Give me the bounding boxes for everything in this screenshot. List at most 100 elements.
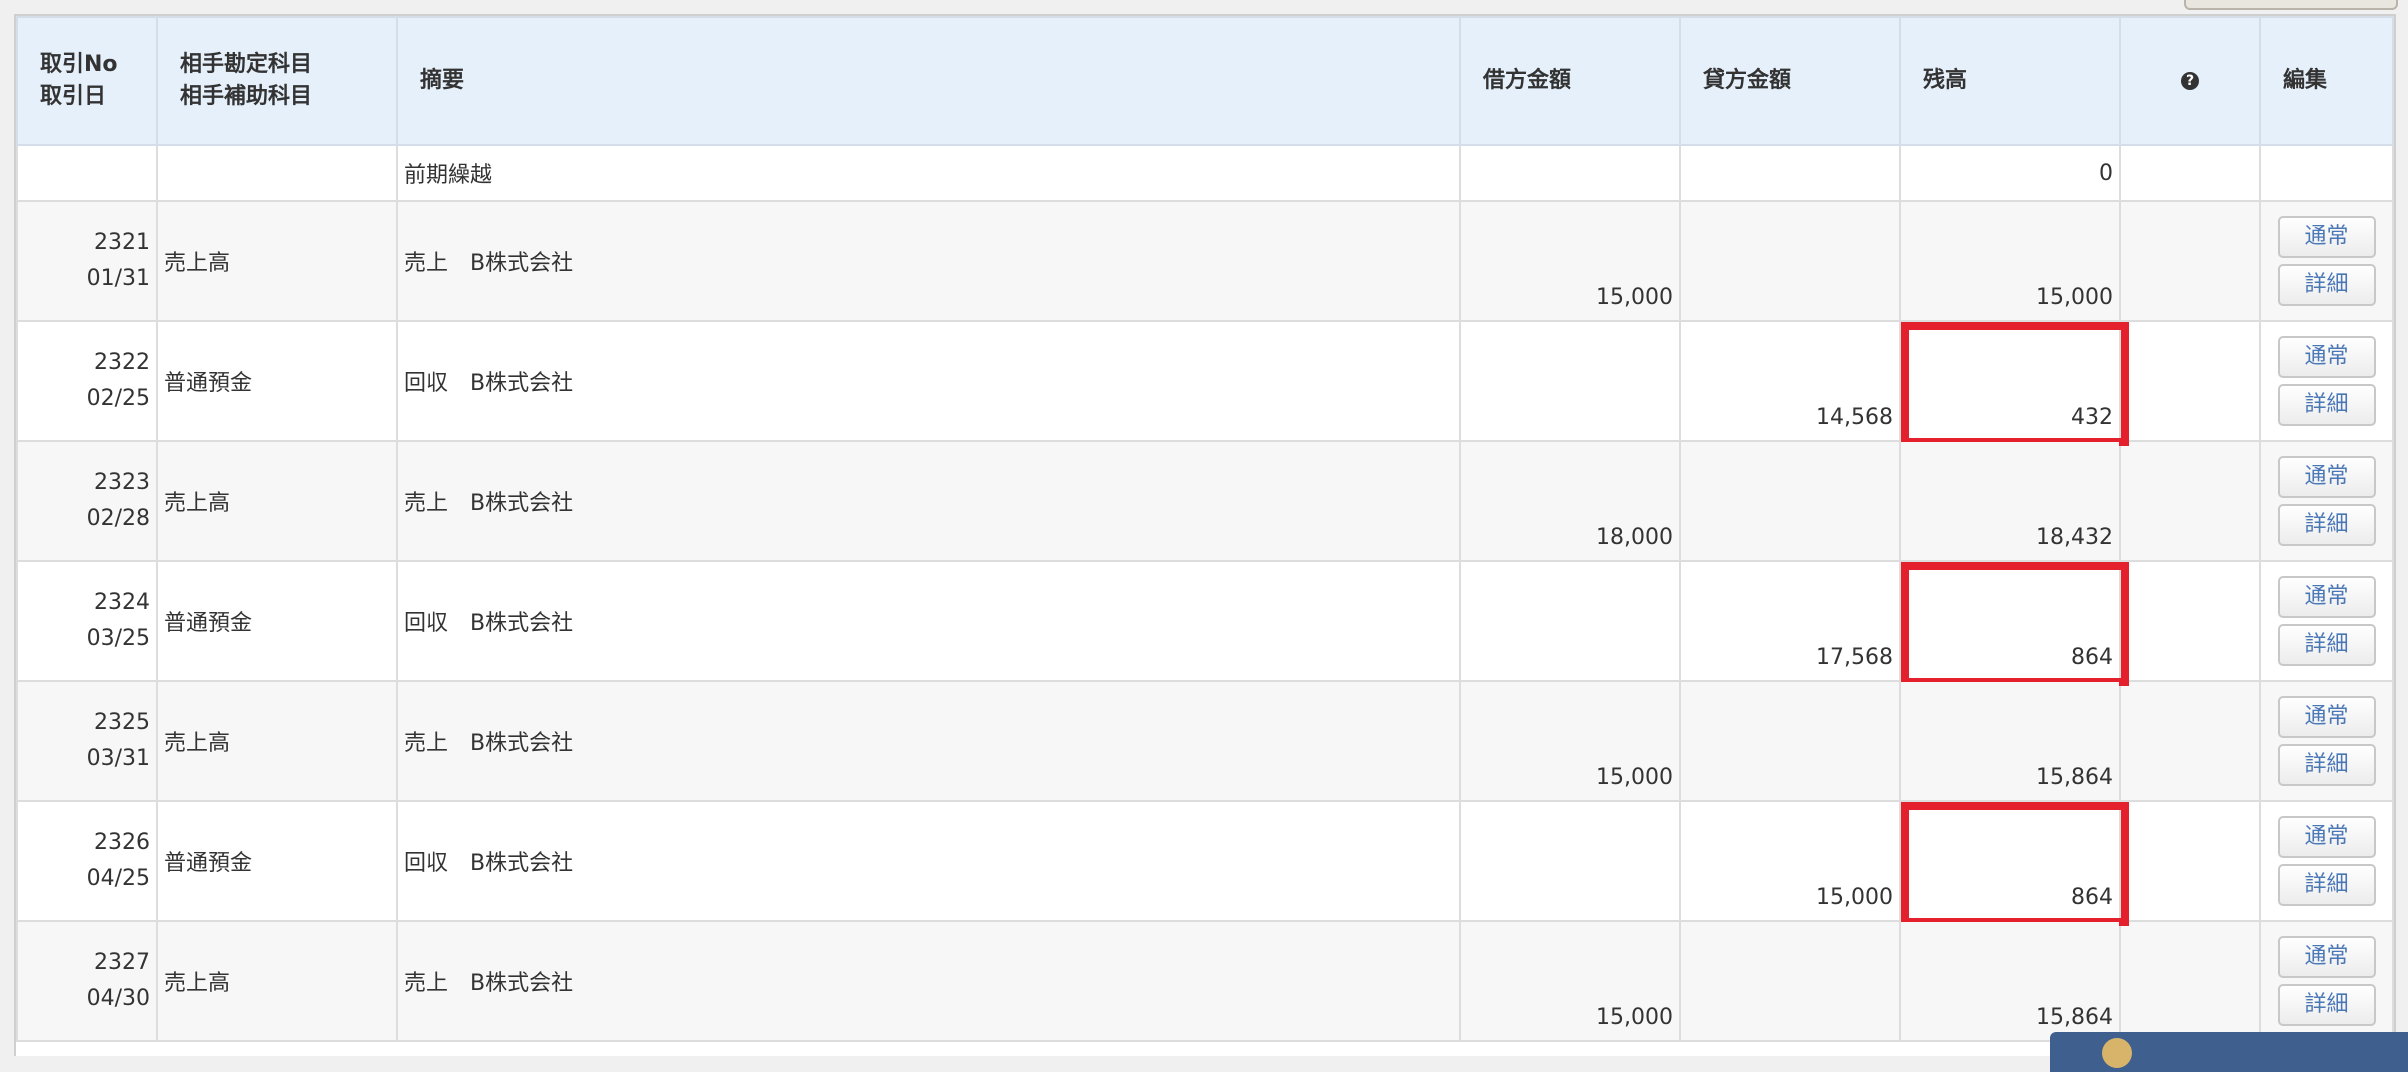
- header-debit: 借方金額: [1459, 16, 1681, 146]
- cell-description: 売上 B株式会社: [396, 200, 1461, 322]
- cell-no-date: 2322 02/25: [16, 320, 158, 442]
- cell-balance: 15,864: [1899, 920, 2121, 1042]
- cell-credit: 15,000: [1679, 800, 1901, 922]
- cell-edit: [2259, 144, 2394, 202]
- cell-help: [2119, 440, 2261, 562]
- cell-description: 前期繰越: [396, 144, 1461, 202]
- cell-account: 売上高: [156, 920, 398, 1042]
- cell-edit: 通常 詳細: [2259, 680, 2394, 802]
- cell-description: 売上 B株式会社: [396, 920, 1461, 1042]
- normal-edit-button[interactable]: 通常: [2277, 336, 2376, 378]
- transaction-date: 03/31: [86, 746, 150, 771]
- table-row: 2322 02/25 普通預金 回収 B株式会社 14,568 432 通常詳細: [16, 320, 2394, 446]
- cell-help: [2119, 920, 2261, 1042]
- cell-edit: 通常 詳細: [2259, 800, 2394, 922]
- balance-value: 15,000: [2036, 285, 2113, 310]
- cell-edit: 通常 詳細: [2259, 200, 2394, 322]
- header-credit: 貸方金額: [1679, 16, 1901, 146]
- balance-value: 432: [2071, 405, 2113, 430]
- table-row: 2321 01/31 売上高 売上 B株式会社 15,000 15,000 通常 詳細: [16, 200, 2394, 322]
- header-help: ?: [2119, 16, 2261, 146]
- transaction-no: 2324: [94, 590, 150, 615]
- cell-no-date: 2325 03/31: [16, 680, 158, 802]
- header-account-main: 相手勘定科目: [180, 52, 313, 77]
- transaction-date: 01/31: [86, 266, 150, 291]
- table-row: 2327 04/30 売上高 売上 B株式会社 15,000 15,864 通常詳細: [16, 920, 2394, 1042]
- cell-balance: 864: [1899, 800, 2129, 926]
- header-no-date: 取引No 取引日: [16, 16, 158, 146]
- cell-edit: 通常 詳細: [2259, 320, 2394, 442]
- cell-no-date: 2324 03/25: [16, 560, 158, 682]
- normal-edit-button[interactable]: 通常: [2277, 456, 2376, 498]
- cell-credit: [1679, 440, 1901, 562]
- header-balance: 残高: [1899, 16, 2121, 146]
- transaction-date: 02/25: [86, 386, 150, 411]
- carry-forward-row: 前期繰越 0: [16, 144, 2394, 202]
- cell-account: 売上高: [156, 680, 398, 802]
- balance-value: 864: [2071, 645, 2113, 670]
- cell-no-date: 2323 02/28: [16, 440, 158, 562]
- cell-account: 普通預金: [156, 320, 398, 442]
- transaction-no: 2322: [94, 350, 150, 375]
- cell-balance: 15,864: [1899, 680, 2121, 802]
- cell-debit: [1459, 560, 1681, 682]
- normal-edit-button[interactable]: 通常: [2277, 816, 2376, 858]
- transaction-no: 2327: [94, 950, 150, 975]
- normal-edit-button[interactable]: 通常: [2277, 216, 2376, 258]
- cell-debit: 18,000: [1459, 440, 1681, 562]
- normal-edit-button[interactable]: 通常: [2277, 696, 2376, 738]
- normal-edit-button[interactable]: 通常: [2277, 936, 2376, 978]
- header-description: 摘要: [396, 16, 1461, 146]
- detail-edit-button[interactable]: 詳細: [2277, 624, 2376, 666]
- cell-credit: 17,568: [1679, 560, 1901, 682]
- transaction-no: 2325: [94, 710, 150, 735]
- cell-no-date: 2326 04/25: [16, 800, 158, 922]
- detail-edit-button[interactable]: 詳細: [2277, 384, 2376, 426]
- header-no: 取引No: [40, 52, 118, 77]
- cell-description: 回収 B株式会社: [396, 320, 1461, 442]
- header-account-sub: 相手補助科目: [180, 84, 313, 109]
- cell-description: 回収 B株式会社: [396, 560, 1461, 682]
- transaction-no: 2326: [94, 830, 150, 855]
- cell-description: 回収 B株式会社: [396, 800, 1461, 922]
- detail-edit-button[interactable]: 詳細: [2277, 264, 2376, 306]
- detail-edit-button[interactable]: 詳細: [2277, 864, 2376, 906]
- transaction-date: 03/25: [86, 626, 150, 651]
- chat-widget-bar[interactable]: [2050, 1032, 2408, 1072]
- transaction-date: 02/28: [86, 506, 150, 531]
- header-account: 相手勘定科目 相手補助科目: [156, 16, 398, 146]
- cell-credit: [1679, 144, 1901, 202]
- cell-balance: 432: [1899, 320, 2129, 446]
- cell-balance: 15,000: [1899, 200, 2121, 322]
- detail-edit-button[interactable]: 詳細: [2277, 744, 2376, 786]
- cell-balance: 18,432: [1899, 440, 2121, 562]
- top-tab[interactable]: [2184, 0, 2398, 10]
- balance-value: 18,432: [2036, 525, 2113, 550]
- balance-value: 15,864: [2036, 1005, 2113, 1030]
- detail-edit-button[interactable]: 詳細: [2277, 984, 2376, 1026]
- cell-account: 普通預金: [156, 560, 398, 682]
- cell-description: 売上 B株式会社: [396, 680, 1461, 802]
- detail-edit-button[interactable]: 詳細: [2277, 504, 2376, 546]
- help-icon[interactable]: ?: [2181, 72, 2199, 90]
- balance-value: 864: [2071, 885, 2113, 910]
- normal-edit-button[interactable]: 通常: [2277, 576, 2376, 618]
- transaction-date: 04/25: [86, 866, 150, 891]
- cell-account: [156, 144, 398, 202]
- transaction-date: 04/30: [86, 986, 150, 1011]
- cell-balance: 0: [1899, 144, 2121, 202]
- cell-debit: [1459, 320, 1681, 442]
- table-row: 2325 03/31 売上高 売上 B株式会社 15,000 15,864 通常 詳細: [16, 680, 2394, 802]
- cell-help: [2119, 200, 2261, 322]
- avatar-icon: [2102, 1038, 2132, 1068]
- cell-no-date: 2321 01/31: [16, 200, 158, 322]
- cell-debit: 15,000: [1459, 920, 1681, 1042]
- transaction-no: 2323: [94, 470, 150, 495]
- cell-account: 普通預金: [156, 800, 398, 922]
- cell-credit: 14,568: [1679, 320, 1901, 442]
- cell-debit: 15,000: [1459, 200, 1681, 322]
- cell-debit: [1459, 144, 1681, 202]
- table-row: 2324 03/25 普通預金 回収 B株式会社 17,568 864 通常詳細: [16, 560, 2394, 686]
- cell-account: 売上高: [156, 200, 398, 322]
- cell-account: 売上高: [156, 440, 398, 562]
